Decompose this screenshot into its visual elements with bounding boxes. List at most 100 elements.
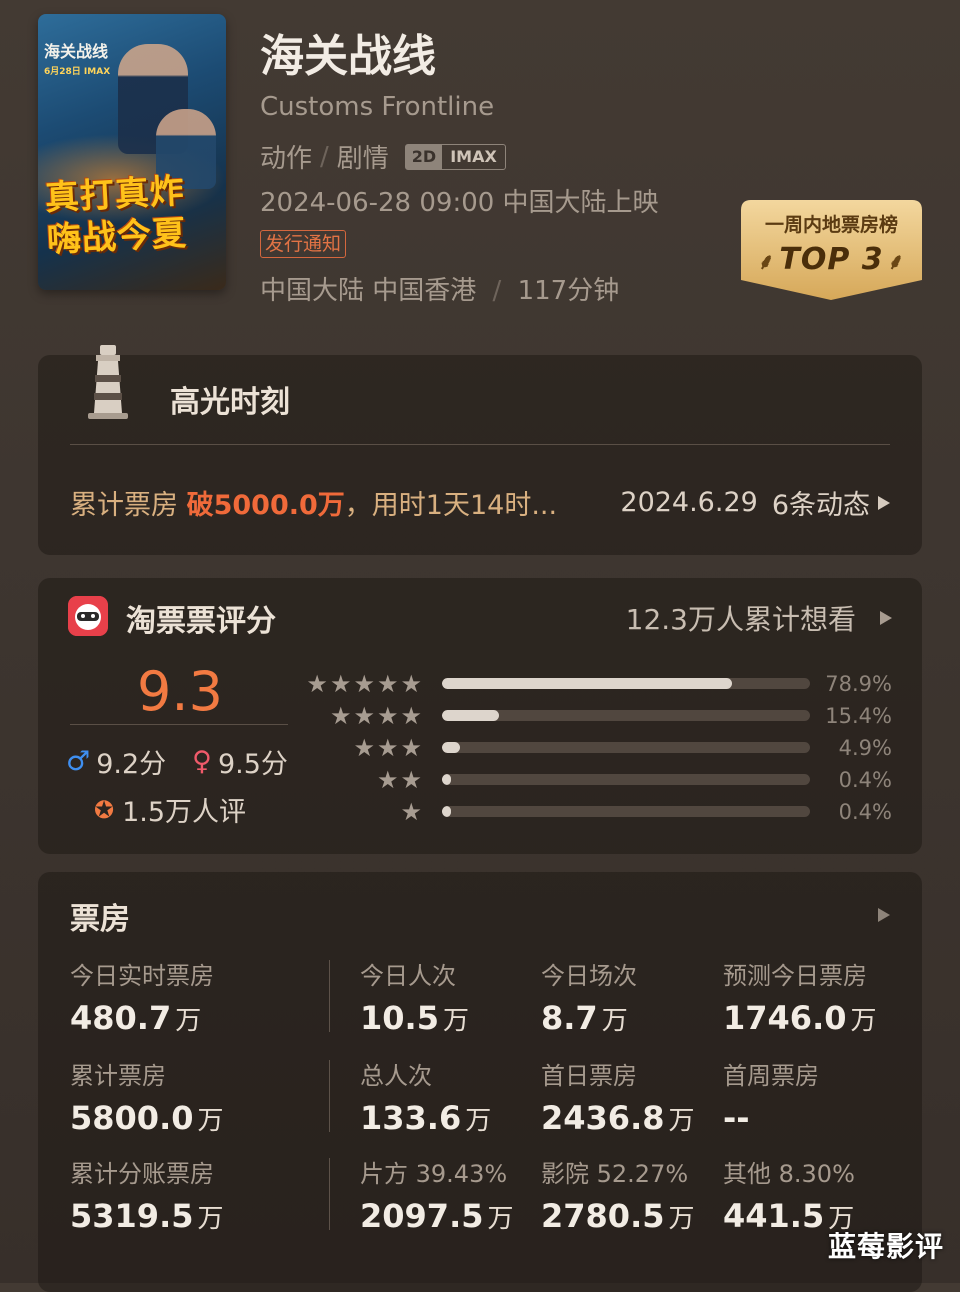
arrow-right-icon <box>880 611 892 625</box>
region-duration: 中国大陆 中国香港 / 117分钟 <box>260 270 619 307</box>
stat-value: 1746.0 万 <box>723 999 877 1037</box>
stat-value: 2097.5 万 <box>360 1197 514 1235</box>
poster-date: 6月28日 IMAX <box>44 67 111 77</box>
genre: 动作 <box>260 144 313 174</box>
highlight-text: 累计票房 破5000.0万，用时1天14时... <box>70 483 557 522</box>
lighthouse-icon <box>88 345 128 419</box>
separator: / <box>492 276 502 306</box>
highlight-suffix: ，用时1天14时... <box>344 490 558 521</box>
stat-cumulative-box-office: 累计票房 5800.0 万 <box>70 1056 224 1137</box>
stat-label: 今日人次 <box>360 962 456 990</box>
stat-value: 480.7 万 <box>70 999 202 1037</box>
stat-value: 5800.0 万 <box>70 1099 224 1137</box>
movie-title: 海关战线 <box>260 31 436 82</box>
stat-value: 5319.5 万 <box>70 1197 224 1235</box>
distribution-percent: 0.4% <box>838 768 892 792</box>
rank-text: TOP 3 <box>779 242 884 277</box>
divider <box>329 1060 330 1132</box>
separator: / <box>320 141 329 172</box>
distribution-bar <box>442 742 810 753</box>
stat-value: 2780.5 万 <box>541 1197 695 1235</box>
duration: 117分钟 <box>517 276 620 306</box>
taopiaopiao-logo-icon <box>68 596 108 636</box>
release-date: 2024-06-28 09:00 中国大陆上映 <box>260 188 659 218</box>
distribution-bar-fill <box>442 806 452 817</box>
distribution-bar-fill <box>442 742 461 753</box>
format-badge: 2D IMAX <box>404 143 506 170</box>
rating-distribution-row: ★★★ 4.9% <box>38 736 922 760</box>
stat-label: 累计票房 <box>70 1062 166 1090</box>
want-to-see-count: 12.3万人累计想看 <box>625 603 856 636</box>
distribution-bar-fill <box>442 678 733 689</box>
distribution-bar-fill <box>442 774 452 785</box>
stat-today-realtime-box-office: 今日实时票房 480.7 万 <box>70 956 214 1037</box>
stat-cinema-share: 影院 52.27% 2780.5 万 <box>541 1154 695 1235</box>
stat-today-screenings: 今日场次 8.7 万 <box>541 956 637 1037</box>
distribution-percent: 78.9% <box>825 672 892 696</box>
stat-label: 片方 39.43% <box>360 1160 508 1188</box>
box-office-card[interactable]: 票房 今日实时票房 480.7 万 今日人次 10.5 万 今日场次 8.7 万 预测… <box>38 872 922 1292</box>
distribution-bar-fill <box>442 710 499 721</box>
stat-other-share: 其他 8.30% 441.5 万 <box>723 1154 855 1235</box>
distribution-bar <box>442 710 810 721</box>
highlight-prefix: 累计票房 <box>70 490 187 521</box>
star-rating-icon: ★★★ <box>353 734 424 762</box>
divider <box>329 1158 330 1230</box>
highlight-emphasis: 破5000.0万 <box>186 490 345 521</box>
highlight-meta[interactable]: 2024.6.29 6条动态 <box>620 483 890 522</box>
stat-first-week: 首周票房 -- <box>723 1056 819 1137</box>
stat-value: 2436.8 万 <box>541 1099 695 1137</box>
regions: 中国大陆 中国香港 <box>260 276 477 306</box>
movie-poster[interactable]: 海关战线 6月28日 IMAX 真打真炸 嗨战今夏 <box>38 14 226 290</box>
distribution-bar <box>442 806 810 817</box>
rating-title: 淘票票评分 <box>126 604 276 639</box>
distribution-bar <box>442 678 810 689</box>
distribution-bar <box>442 774 810 785</box>
rating-distribution-row: ★★ 0.4% <box>38 768 922 792</box>
stat-label: 首日票房 <box>541 1062 637 1090</box>
want-to-see-link[interactable]: 12.3万人累计想看 <box>626 598 892 638</box>
stat-label: 累计分账票房 <box>70 1160 214 1188</box>
stat-label: 今日实时票房 <box>70 962 214 990</box>
stat-first-day: 首日票房 2436.8 万 <box>541 1056 695 1137</box>
release-notice-tag[interactable]: 发行通知 <box>260 230 347 258</box>
rating-distribution-row: ★★★★★ 78.9% <box>38 672 922 696</box>
star-rating-icon: ★★★★ <box>329 702 424 730</box>
stat-label: 今日场次 <box>541 962 637 990</box>
stat-value: 133.6 万 <box>360 1099 492 1137</box>
rank-value: ⸙ TOP 3 ⸙ <box>741 242 922 277</box>
distribution-percent: 0.4% <box>838 800 892 824</box>
laurel-left-icon: ⸙ <box>757 250 776 275</box>
arrow-right-icon <box>878 495 890 510</box>
poster-title: 海关战线 <box>44 42 109 61</box>
watermark: 蓝莓影评 <box>827 1230 944 1263</box>
highlight-date: 2024.6.29 <box>620 487 758 518</box>
poster-slogan-line: 真打真炸 <box>43 171 186 219</box>
highlight-updates: 6条动态 <box>771 490 870 521</box>
rank-label: 一周内地票房榜 <box>764 214 898 236</box>
poster-slogan: 真打真炸 嗨战今夏 <box>44 170 188 261</box>
rating-distribution-row: ★★★★ 15.4% <box>38 704 922 728</box>
genre-line: 动作 / 剧情 2D IMAX <box>260 138 506 175</box>
stat-label: 首周票房 <box>723 1062 819 1090</box>
box-office-rank-badge[interactable]: 一周内地票房榜 ⸙ TOP 3 ⸙ <box>741 200 922 300</box>
stat-producer-share: 片方 39.43% 2097.5 万 <box>360 1154 514 1235</box>
arrow-right-icon[interactable] <box>878 908 890 922</box>
laurel-right-icon: ⸙ <box>887 250 906 275</box>
stat-total-admissions: 总人次 133.6 万 <box>360 1056 491 1137</box>
stat-value: 8.7 万 <box>541 999 628 1037</box>
format-imax: IMAX <box>450 146 497 166</box>
stat-label: 总人次 <box>360 1062 432 1090</box>
divider <box>70 444 890 445</box>
stat-label: 预测今日票房 <box>723 962 867 990</box>
star-rating-icon: ★ <box>400 798 424 826</box>
star-rating-icon: ★★ <box>376 766 424 794</box>
stat-split-box-office: 累计分账票房 5319.5 万 <box>70 1154 224 1235</box>
distribution-percent: 15.4% <box>825 704 892 728</box>
format-2d: 2D <box>405 144 443 169</box>
stat-value: -- <box>723 1099 750 1137</box>
stat-today-admissions: 今日人次 10.5 万 <box>360 956 469 1037</box>
highlight-card[interactable]: 高光时刻 累计票房 破5000.0万，用时1天14时... 2024.6.29 … <box>38 345 922 555</box>
box-office-title: 票房 <box>70 902 130 937</box>
divider <box>329 960 330 1032</box>
